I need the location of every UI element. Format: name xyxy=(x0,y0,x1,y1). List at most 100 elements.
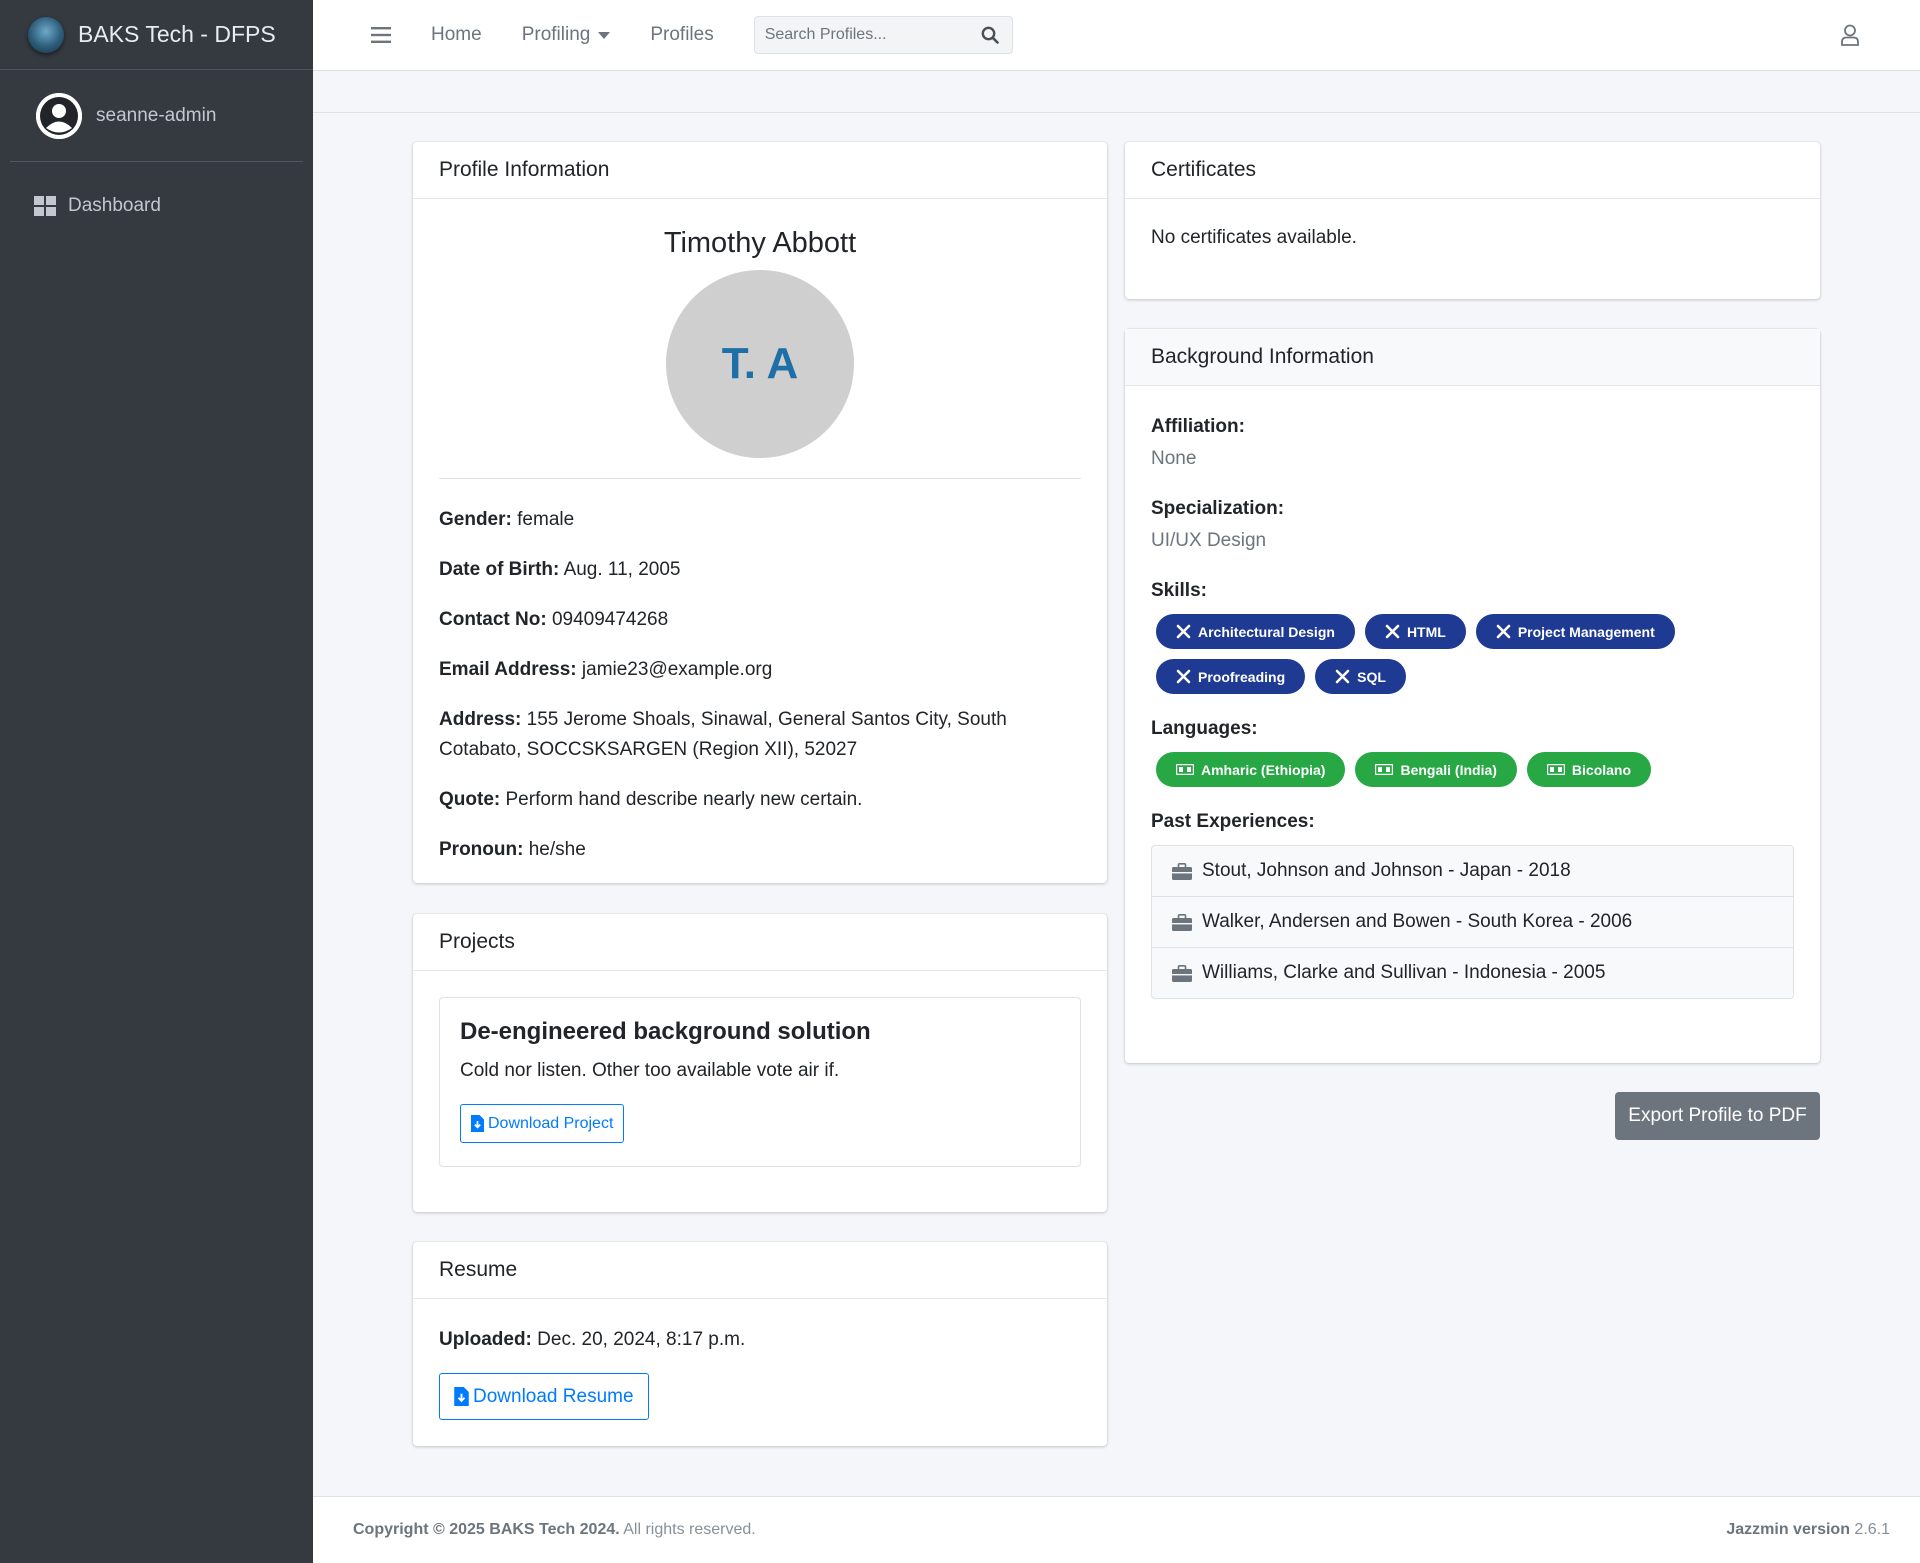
experiences-label: Past Experiences: xyxy=(1151,811,1315,832)
field-label: Gender: xyxy=(439,509,512,530)
button-label: Download Resume xyxy=(473,1385,634,1407)
brand-logo xyxy=(28,16,64,53)
brand-title: BAKS Tech - DFPS xyxy=(78,21,276,47)
badge-label: Bengali (India) xyxy=(1400,761,1497,778)
project-description: Cold nor listen. Other too available vot… xyxy=(460,1060,840,1081)
sidebar-item-label: Dashboard xyxy=(68,195,161,216)
profile-name: Timothy Abbott xyxy=(663,227,857,259)
skill-badge: Proofreading xyxy=(1156,659,1306,694)
quote-field: Quote: Perform hand describe nearly new … xyxy=(439,785,1081,815)
affiliation-label: Affiliation: xyxy=(1151,416,1245,437)
download-project-button[interactable]: Download Project xyxy=(460,1104,625,1143)
tools-icon xyxy=(1176,624,1191,639)
skill-badge: Architectural Design xyxy=(1156,614,1355,649)
search-input[interactable] xyxy=(754,26,970,44)
resume-card: Resume Uploaded: Dec. 20, 2024, 8:17 p.m… xyxy=(413,1242,1107,1446)
tools-icon xyxy=(1176,669,1191,684)
experience-item: Walker, Andersen and Bowen - South Korea… xyxy=(1151,896,1794,948)
certificates-card: Certificates No certificates available. xyxy=(1125,142,1820,299)
experience-item: Williams, Clarke and Sullivan - Indonesi… xyxy=(1151,947,1794,999)
language-icon xyxy=(1546,764,1565,775)
nav-home-link[interactable]: Home xyxy=(431,24,482,46)
badge-label: Project Management xyxy=(1517,623,1655,640)
export-pdf-button[interactable]: Export Profile to PDF xyxy=(1615,1092,1820,1140)
user-avatar-icon xyxy=(36,92,82,139)
search-icon[interactable] xyxy=(970,26,1010,44)
caret-down-icon xyxy=(598,31,611,39)
language-icon xyxy=(1375,764,1394,775)
field-value: female xyxy=(517,509,575,530)
resume-uploaded: Uploaded: Dec. 20, 2024, 8:17 p.m. xyxy=(439,1325,1081,1355)
field-value: 09409474268 xyxy=(551,609,669,630)
file-download-icon xyxy=(454,1387,469,1406)
badge-label: Amharic (Ethiopia) xyxy=(1201,761,1326,778)
badge-label: SQL xyxy=(1357,668,1386,685)
card-title: Projects xyxy=(413,914,1107,971)
skills-label: Skills: xyxy=(1151,580,1207,601)
menu-toggle-icon[interactable] xyxy=(371,27,391,43)
sidebar: BAKS Tech - DFPS seanne-admin Dashboard xyxy=(0,0,313,1563)
specialization-value: UI/UX Design xyxy=(1151,530,1267,551)
field-value: Dec. 20, 2024, 8:17 p.m. xyxy=(537,1329,746,1350)
gender-field: Gender: female xyxy=(439,505,1081,535)
specialization-label: Specialization: xyxy=(1151,498,1285,519)
card-title: Profile Information xyxy=(413,142,1107,199)
brand-link[interactable]: BAKS Tech - DFPS xyxy=(0,0,313,70)
affiliation-value: None xyxy=(1151,448,1197,469)
field-label: Address: xyxy=(439,709,522,730)
user-name: seanne-admin xyxy=(96,104,217,126)
card-title: Resume xyxy=(413,1242,1107,1299)
footer: Copyright © 2025 BAKS Tech 2024. All rig… xyxy=(313,1496,1920,1563)
nav-profiles-link[interactable]: Profiles xyxy=(650,24,713,46)
email-field: Email Address: jamie23@example.org xyxy=(439,655,1081,685)
badge-label: Bicolano xyxy=(1571,761,1632,778)
background-card: Background Information Affiliation: None… xyxy=(1125,329,1820,1063)
field-label: Pronoun: xyxy=(439,839,524,860)
tools-icon xyxy=(1385,624,1400,639)
version-value: 2.6.1 xyxy=(1849,1521,1890,1538)
project-title: De-engineered background solution xyxy=(460,1018,871,1045)
field-label: Uploaded: xyxy=(439,1329,532,1350)
field-label: Email Address: xyxy=(439,659,577,680)
card-title: Background Information xyxy=(1125,329,1820,386)
download-resume-button[interactable]: Download Resume xyxy=(439,1373,649,1420)
file-download-icon xyxy=(471,1115,484,1132)
briefcase-icon xyxy=(1172,862,1192,880)
content-header xyxy=(313,71,1920,113)
copyright: Copyright © 2025 BAKS Tech 2024. All rig… xyxy=(353,1521,756,1539)
experience-text: Stout, Johnson and Johnson - Japan - 201… xyxy=(1202,860,1571,881)
skill-badge: Project Management xyxy=(1475,614,1675,649)
contact-field: Contact No: 09409474268 xyxy=(439,605,1081,635)
dob-field: Date of Birth: Aug. 11, 2005 xyxy=(439,555,1081,585)
version-info: Jazzmin version 2.6.1 xyxy=(1726,1521,1890,1539)
briefcase-icon xyxy=(1172,964,1192,982)
nav-profiling-dropdown[interactable]: Profiling xyxy=(522,24,611,46)
profile-info-card: Profile Information Timothy Abbott T. A … xyxy=(413,142,1107,883)
field-label: Date of Birth: xyxy=(439,559,560,580)
button-label: Download Project xyxy=(488,1114,614,1132)
user-panel[interactable]: seanne-admin xyxy=(10,70,303,162)
search-form xyxy=(753,16,1013,54)
card-title: Certificates xyxy=(1125,142,1820,199)
briefcase-icon xyxy=(1172,913,1192,931)
language-badge: Bengali (India) xyxy=(1355,752,1517,787)
pronoun-field: Pronoun: he/she xyxy=(439,835,1081,865)
skills-list: Architectural Design HTML Project Manage… xyxy=(1156,614,1696,704)
experience-text: Williams, Clarke and Sullivan - Indonesi… xyxy=(1202,962,1606,983)
no-certificates-text: No certificates available. xyxy=(1151,227,1357,248)
experience-list: Stout, Johnson and Johnson - Japan - 201… xyxy=(1151,845,1794,999)
copyright-bold: Copyright © 2025 BAKS Tech 2024. xyxy=(353,1521,620,1538)
badge-label: Architectural Design xyxy=(1198,623,1335,640)
user-menu-icon[interactable] xyxy=(1840,24,1860,46)
avatar-initials: T. A xyxy=(721,339,799,388)
tools-icon xyxy=(1335,669,1350,684)
languages-label: Languages: xyxy=(1151,718,1258,739)
language-badge: Amharic (Ethiopia) xyxy=(1156,752,1346,787)
field-value: 155 Jerome Shoals, Sinawal, General Sant… xyxy=(439,709,1007,760)
address-field: Address: 155 Jerome Shoals, Sinawal, Gen… xyxy=(439,705,1081,765)
sidebar-item-dashboard[interactable]: Dashboard xyxy=(10,182,303,230)
project-item: De-engineered background solution Cold n… xyxy=(439,997,1081,1167)
language-badge: Bicolano xyxy=(1526,752,1652,787)
version-label: Jazzmin version xyxy=(1726,1521,1850,1538)
copyright-rest: All rights reserved. xyxy=(619,1521,756,1538)
